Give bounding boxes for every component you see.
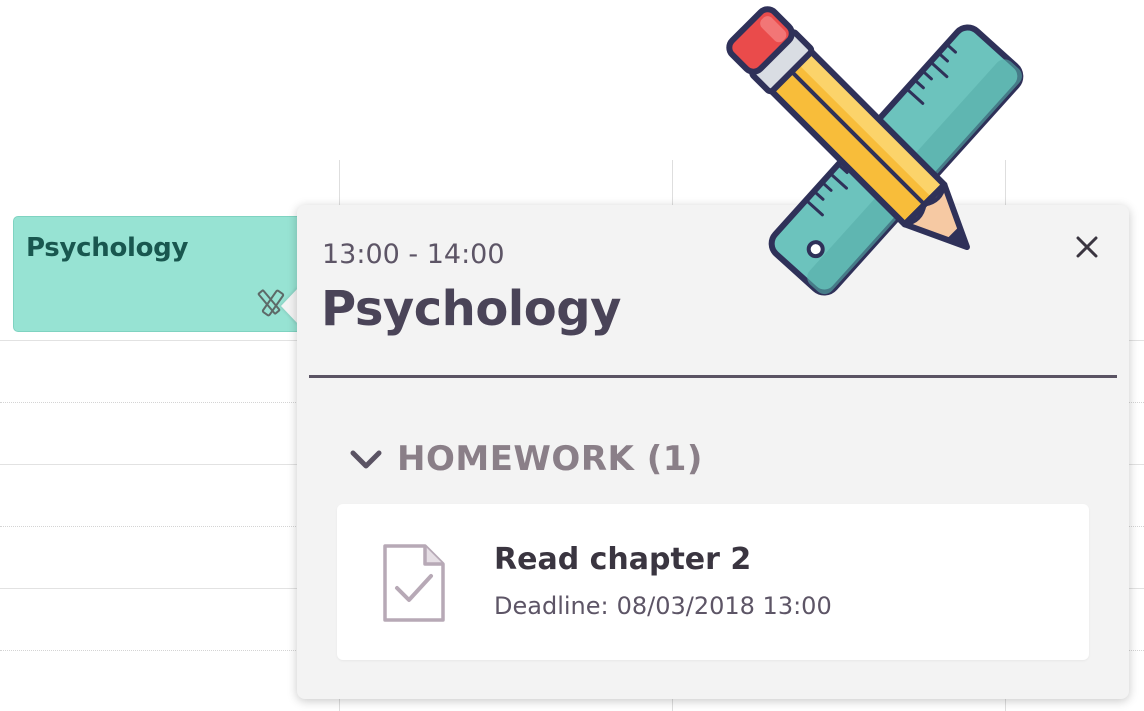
calendar-stage: Psychology 13:00 - 14:00 Psychology HOME… [0, 0, 1144, 711]
document-check-icon [383, 544, 445, 622]
calendar-event-psychology[interactable]: Psychology [13, 216, 313, 332]
popover-divider [309, 375, 1117, 378]
homework-deadline: Deadline: 08/03/2018 13:00 [494, 592, 832, 620]
homework-section-label: HOMEWORK (1) [397, 439, 703, 479]
popover-title: Psychology [321, 281, 621, 337]
event-time: 13:00 - 14:00 [322, 239, 505, 270]
deadline-label: Deadline: [494, 592, 609, 620]
homework-section-toggle[interactable]: HOMEWORK (1) [349, 439, 703, 479]
deadline-value: 08/03/2018 13:00 [616, 592, 832, 620]
close-icon[interactable] [1069, 229, 1105, 265]
homework-item[interactable]: Read chapter 2 Deadline: 08/03/2018 13:00 [337, 504, 1089, 660]
event-title: Psychology [26, 233, 189, 263]
pencil-ruler-icon [726, 6, 1024, 296]
chevron-down-icon [350, 450, 382, 469]
homework-title: Read chapter 2 [494, 542, 752, 577]
